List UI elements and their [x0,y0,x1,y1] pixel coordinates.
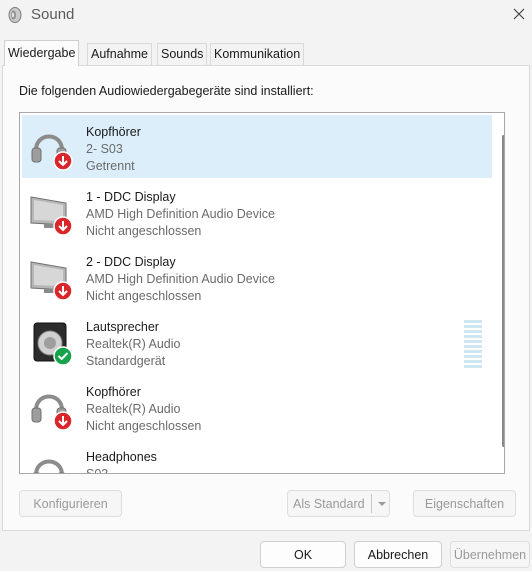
configure-button[interactable]: Konfigurieren [19,490,122,517]
ok-button[interactable]: OK [260,541,346,568]
red-down-arrow-icon [53,151,73,174]
headphones-icon [28,449,74,473]
tab-wiedergabe[interactable]: Wiedergabe [4,40,80,66]
scroll-thumb[interactable] [502,135,504,447]
chevron-down-icon[interactable] [376,498,388,513]
device-item-lautsprecher[interactable]: Lautsprecher Realtek(R) Audio Standardge… [22,310,492,373]
device-description: Realtek(R) Audio [86,337,181,351]
properties-button[interactable]: Eigenschaften [413,490,516,517]
device-description: AMD High Definition Audio Device [86,272,275,286]
tab-kommunikation[interactable]: Kommunikation [210,43,305,65]
device-list[interactable]: Kopfhörer 2- S03 Getrennt 1 - DDC Displa… [19,112,505,474]
device-description: AMD High Definition Audio Device [86,207,275,221]
device-status: Nicht angeschlossen [86,419,202,433]
device-description: Realtek(R) Audio [86,402,181,416]
device-item-ddc-display-1[interactable]: 1 - DDC Display AMD High Definition Audi… [22,180,492,243]
title-bar: Sound [0,0,532,32]
device-name: 1 - DDC Display [86,190,176,204]
device-name: Headphones [86,450,157,464]
volume-level-meter [464,320,482,368]
set-default-label: Als Standard [293,497,365,511]
device-status: Nicht angeschlossen [86,224,202,238]
device-item-kopfhoerer-s03[interactable]: Kopfhörer 2- S03 Getrennt [22,115,492,178]
apply-button[interactable]: Übernehmen [450,541,530,568]
red-down-arrow-icon [53,411,73,434]
set-default-button[interactable]: Als Standard [287,490,390,517]
device-description: S03 [86,467,109,474]
device-description: 2- S03 [86,142,123,156]
tab-sounds[interactable]: Sounds [157,43,208,65]
playback-panel: Die folgenden Audiowiedergabegeräte sind… [2,65,530,531]
green-check-icon [53,346,73,369]
close-icon [512,7,526,24]
split-divider [371,494,372,513]
device-name: 2 - DDC Display [86,255,176,269]
instructions-label: Die folgenden Audiowiedergabegeräte sind… [19,84,314,98]
red-down-arrow-icon [53,216,73,239]
device-status: Getrennt [86,159,135,173]
device-item-ddc-display-2[interactable]: 2 - DDC Display AMD High Definition Audi… [22,245,492,308]
close-button[interactable] [506,2,532,28]
device-status: Nicht angeschlossen [86,289,202,303]
device-name: Kopfhörer [86,125,141,139]
red-down-arrow-icon [53,281,73,304]
scrollbar[interactable] [500,113,504,473]
device-status: Standardgerät [86,354,166,368]
device-name: Lautsprecher [86,320,159,334]
device-item-headphones-s03[interactable]: Headphones S03 [22,440,492,474]
cancel-button[interactable]: Abbrechen [354,541,442,568]
device-name: Kopfhörer [86,385,141,399]
tab-aufnahme[interactable]: Aufnahme [87,43,152,65]
device-item-kopfhoerer-realtek[interactable]: Kopfhörer Realtek(R) Audio Nicht angesch… [22,375,492,438]
speaker-app-icon [6,6,24,24]
window-title: Sound [31,6,75,23]
